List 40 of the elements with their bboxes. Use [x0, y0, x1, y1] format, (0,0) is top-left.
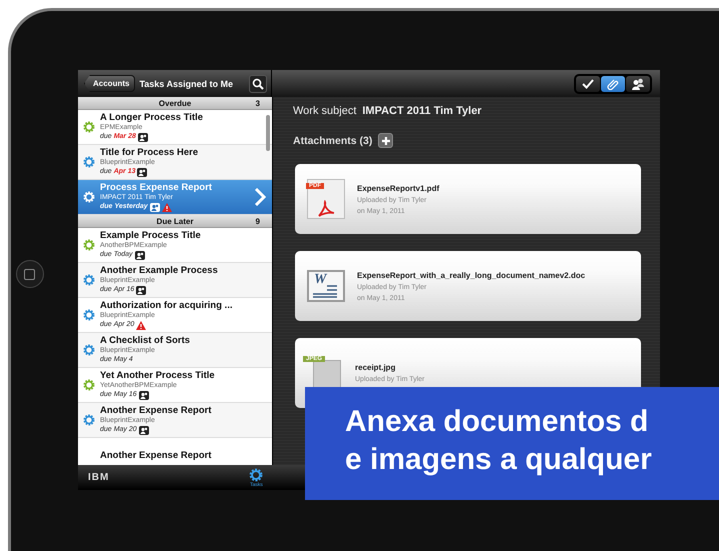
task-title: Example Process Title — [100, 230, 202, 241]
home-button[interactable] — [16, 260, 44, 288]
task-title: Another Expense Report — [100, 405, 212, 416]
plus-icon — [380, 136, 391, 146]
checkmark-icon — [582, 78, 594, 88]
scrollbar[interactable] — [266, 115, 270, 151]
search-icon — [252, 78, 264, 90]
search-button[interactable] — [249, 74, 267, 92]
section-title: Due Later — [156, 216, 194, 226]
logo-text: IBM — [88, 472, 110, 483]
task-title: Authorization for acquiring ... — [100, 300, 234, 311]
attachments-heading: Attachments (3) — [293, 134, 372, 146]
section-count: 3 — [256, 98, 260, 108]
list-title: Tasks Assigned to Me — [139, 78, 234, 88]
paperclip-icon — [607, 78, 619, 90]
gear-icon — [249, 468, 264, 482]
chevron-icon — [254, 188, 266, 206]
file-name: ExpenseReportv1.pdf — [357, 184, 440, 192]
task-title: A Longer Process Title — [100, 112, 204, 123]
task-title: Process Expense Report — [100, 182, 213, 193]
task-title: Another Expense Report — [100, 450, 212, 460]
paperclip-button[interactable] — [601, 76, 625, 92]
gear-icon — [83, 191, 95, 203]
subject-value: IMPACT 2011 Tim Tyler — [362, 105, 482, 117]
people-icon — [631, 78, 645, 90]
back-button[interactable]: Accounts — [84, 75, 136, 92]
subject-label: Work subject — [293, 105, 356, 117]
file-name: ExpenseReport_with_a_really_long_document_namev2.doc — [357, 270, 586, 280]
section-title: Overdue — [158, 98, 192, 108]
task-title: Yet Another Process Title — [100, 370, 216, 381]
task-title: Another Example Process — [100, 265, 219, 276]
caption-overlay: Anexa documentos d e imagens a qualquer — [305, 387, 719, 500]
checkmark-button[interactable] — [576, 76, 600, 92]
add-button[interactable] — [378, 133, 394, 148]
task-title: A Checklist of Sorts — [100, 335, 191, 346]
document-file-icon: W — [307, 270, 345, 302]
file-name: receipt.jpg — [355, 363, 396, 372]
section-count: 9 — [256, 216, 260, 226]
task-title: Title for Process Here — [100, 147, 200, 158]
people-button[interactable] — [626, 76, 650, 92]
